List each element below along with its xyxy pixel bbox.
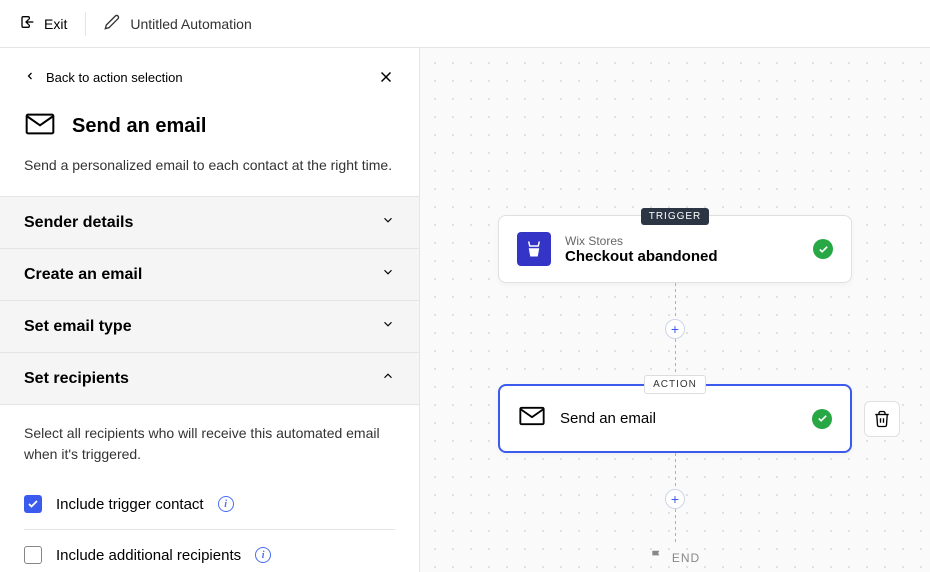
back-label: Back to action selection [46,70,183,85]
config-panel: Back to action selection Send an email [0,48,420,572]
trigger-tag: TRIGGER [641,208,710,225]
flag-icon [650,549,664,566]
delete-button[interactable] [864,401,900,437]
chevron-down-icon [381,265,395,284]
back-link[interactable]: Back to action selection [24,70,183,85]
title-section[interactable]: Untitled Automation [86,14,251,33]
recipients-helper: Select all recipients who will receive t… [24,423,395,465]
chevron-down-icon [381,317,395,336]
panel-title: Send an email [72,115,207,138]
email-icon [518,402,546,435]
include-additional-label: Include additional recipients [56,547,241,564]
exit-label: Exit [44,16,67,32]
panel-description: Send a personalized email to each contac… [24,155,395,176]
action-title: Send an email [560,410,798,427]
action-node[interactable]: Send an email [498,384,852,453]
exit-icon [20,14,36,33]
trigger-event: Checkout abandoned [565,248,799,265]
chevron-down-icon [381,213,395,232]
info-icon[interactable]: i [218,496,234,512]
include-additional-checkbox[interactable] [24,546,42,564]
section-sender-details[interactable]: Sender details [0,197,419,249]
add-step-button[interactable]: + [665,319,685,339]
include-trigger-checkbox[interactable] [24,495,42,513]
trigger-node[interactable]: Wix Stores Checkout abandoned [498,215,852,283]
chevron-left-icon [24,70,36,85]
edit-icon [104,14,120,33]
include-trigger-label: Include trigger contact [56,496,204,513]
check-icon [813,239,833,259]
automation-title: Untitled Automation [130,16,251,32]
chevron-up-icon [381,369,395,388]
email-icon [24,108,56,145]
section-email-type[interactable]: Set email type [0,301,419,353]
info-icon[interactable]: i [255,547,271,563]
flow-canvas[interactable]: TRIGGER Wix Stores Checkout abandoned + [420,48,930,572]
add-step-button[interactable]: + [665,489,685,509]
end-marker: END [650,549,700,566]
store-icon [517,232,551,266]
section-recipients[interactable]: Set recipients [0,353,419,405]
topbar: Exit Untitled Automation [0,0,930,48]
trigger-source: Wix Stores [565,234,799,248]
section-create-email[interactable]: Create an email [0,249,419,301]
action-tag: ACTION [644,375,706,394]
close-button[interactable] [377,68,395,86]
check-icon [812,409,832,429]
recipients-content: Select all recipients who will receive t… [0,405,419,572]
exit-button[interactable]: Exit [20,12,86,36]
